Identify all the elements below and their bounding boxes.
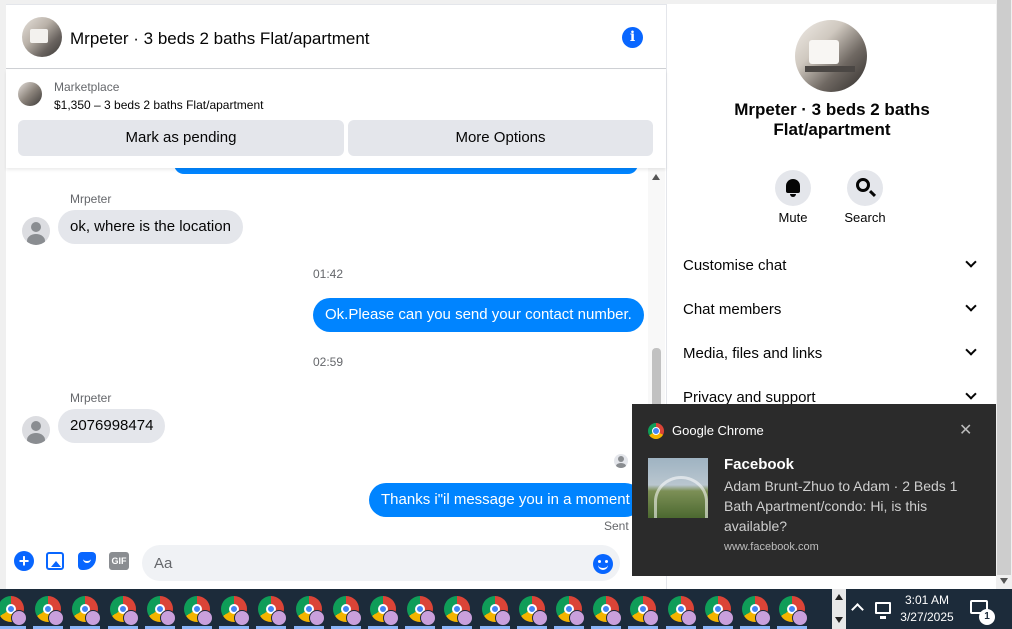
chat-title[interactable]: Mrpeter · 3 beds 2 baths Flat/apartment [70, 29, 370, 49]
search-icon [856, 178, 870, 192]
plus-icon[interactable]: + [14, 551, 34, 571]
chat-window: Mrpeter · 3 beds 2 baths Flat/apartment … [6, 4, 666, 590]
bell-icon [786, 179, 800, 197]
taskbar-chrome-icon[interactable] [333, 596, 362, 626]
scroll-down-icon[interactable] [1000, 578, 1008, 584]
notification-body: Adam Brunt-Zhuo to Adam · 2 Beds 1 Bath … [724, 478, 958, 534]
read-receipt-icon [614, 454, 628, 468]
incoming-message: 2076998474 [58, 409, 166, 443]
chrome-notification[interactable]: Google Chrome ✕ Facebook Adam Brunt-Zhuo… [632, 404, 996, 576]
taskbar-chrome-icon[interactable] [593, 596, 622, 626]
sender-name: Mrpeter [70, 192, 112, 206]
message-list: Mrpeter ok, where is the location 01:42 … [6, 168, 648, 540]
chrome-icon [648, 423, 664, 439]
chevron-down-icon[interactable] [835, 617, 843, 623]
taskbar-chrome-icon[interactable] [370, 596, 399, 626]
taskbar-chrome-icon[interactable] [668, 596, 697, 626]
taskbar-chrome-icon[interactable] [221, 596, 250, 626]
scroll-up-icon[interactable] [652, 174, 660, 180]
notification-title: Facebook [724, 456, 795, 473]
taskbar-chrome-icon[interactable] [482, 596, 511, 626]
notification-image [648, 458, 708, 518]
clock-date[interactable]: 3/27/2025 [896, 610, 958, 624]
previous-outgoing-bubble [174, 168, 638, 174]
taskbar-chrome-icon[interactable] [258, 596, 287, 626]
taskbar-chrome-icon[interactable] [705, 596, 734, 626]
taskbar-chrome-icon[interactable] [407, 596, 436, 626]
chat-header: Mrpeter · 3 beds 2 baths Flat/apartment … [6, 5, 666, 69]
marketplace-listing[interactable]: $1,350 – 3 beds 2 baths Flat/apartment [54, 98, 263, 112]
marketplace-label: Marketplace [54, 80, 120, 94]
avatar[interactable] [22, 217, 50, 245]
chevron-down-icon [965, 300, 977, 312]
taskbar-chrome-icon[interactable] [35, 596, 64, 626]
page-scroll-thumb[interactable] [997, 0, 1011, 575]
chevron-down-icon [965, 256, 977, 268]
taskbar-chrome-icon[interactable] [296, 596, 325, 626]
taskbar-chrome-icon[interactable] [0, 596, 27, 626]
avatar[interactable] [22, 416, 50, 444]
photo-icon[interactable] [46, 552, 64, 570]
chevron-down-icon [965, 388, 977, 400]
sticker-icon[interactable] [78, 552, 96, 570]
message-composer: + GIF [6, 540, 666, 590]
marketplace-thumbnail [18, 82, 42, 106]
gif-icon[interactable]: GIF [109, 552, 129, 570]
taskbar-chrome-icon[interactable] [779, 596, 808, 626]
taskbar: 3:01 AM 3/27/2025 1 [0, 589, 1012, 629]
network-icon[interactable] [875, 602, 891, 619]
section-label: Media, files and links [683, 345, 823, 362]
taskbar-chrome-icon[interactable] [147, 596, 176, 626]
listing-thumbnail[interactable] [22, 17, 62, 57]
taskbar-chrome-icon[interactable] [630, 596, 659, 626]
taskbar-scroller[interactable] [832, 589, 846, 629]
taskbar-chrome-icon[interactable] [444, 596, 473, 626]
listing-photo[interactable] [795, 20, 867, 92]
sender-name: Mrpeter [70, 391, 112, 405]
taskbar-chrome-icon[interactable] [556, 596, 585, 626]
incoming-message: ok, where is the location [58, 210, 243, 244]
more-options-button[interactable]: More Options [348, 120, 653, 156]
message-status: Sent [604, 519, 629, 533]
notification-count-badge: 1 [979, 609, 995, 625]
search-button[interactable] [847, 170, 883, 206]
chevron-up-icon[interactable] [835, 594, 843, 600]
chevron-down-icon [965, 344, 977, 356]
emoji-icon[interactable] [593, 554, 613, 574]
taskbar-chrome-icon[interactable] [72, 596, 101, 626]
message-timestamp: 01:42 [313, 267, 344, 281]
mark-as-pending-button[interactable]: Mark as pending [18, 120, 344, 156]
notification-site: www.facebook.com [724, 541, 819, 553]
section-customise-chat[interactable]: Customise chat [675, 246, 983, 286]
outgoing-message: Ok.Please can you send your contact numb… [313, 298, 644, 332]
mute-label: Mute [778, 210, 808, 225]
search-label: Search [844, 210, 886, 225]
panel-title: Mrpeter · 3 beds 2 baths Flat/apartment [734, 100, 930, 139]
mute-button[interactable] [775, 170, 811, 206]
taskbar-chrome-icon[interactable] [742, 596, 771, 626]
taskbar-chrome-icon[interactable] [110, 596, 139, 626]
message-timestamp: 02:59 [313, 355, 344, 369]
section-label: Chat members [683, 301, 782, 318]
message-input[interactable] [142, 545, 620, 581]
taskbar-chrome-icon[interactable] [184, 596, 213, 626]
tray-chevron-icon[interactable] [851, 603, 864, 616]
close-icon[interactable]: ✕ [959, 420, 972, 440]
page-scrollbar[interactable] [996, 0, 1012, 589]
section-media-files-links[interactable]: Media, files and links [675, 334, 983, 374]
taskbar-chrome-icon[interactable] [519, 596, 548, 626]
info-icon[interactable]: i [622, 27, 643, 48]
marketplace-banner: Marketplace $1,350 – 3 beds 2 baths Flat… [6, 70, 666, 168]
notification-app-name: Google Chrome [672, 423, 764, 438]
outgoing-message: Thanks i"il message you in a moment [369, 483, 642, 517]
section-label: Customise chat [683, 257, 787, 274]
section-chat-members[interactable]: Chat members [675, 290, 983, 330]
clock-time[interactable]: 3:01 AM [900, 593, 954, 607]
